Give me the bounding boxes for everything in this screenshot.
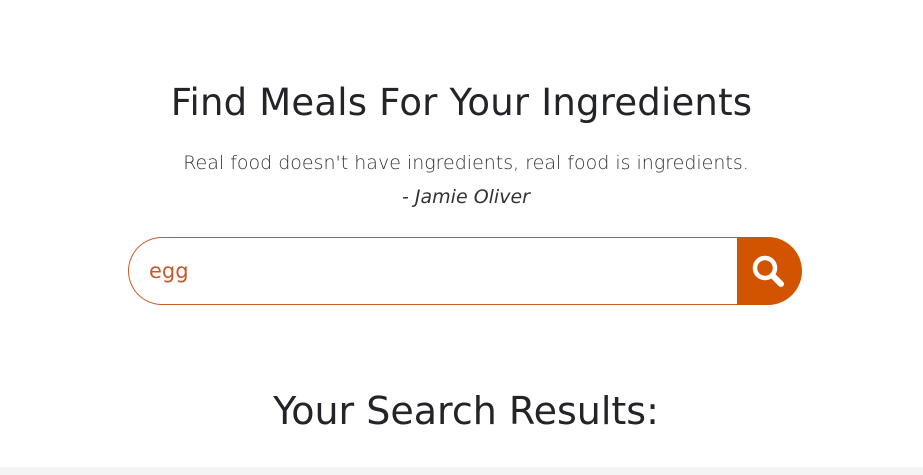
- search-input[interactable]: [128, 237, 737, 305]
- search-button[interactable]: [737, 237, 802, 305]
- results-title: Your Search Results:: [273, 389, 659, 433]
- search-icon: [751, 254, 785, 288]
- quote-text: Real food doesn't have ingredients, real…: [183, 152, 749, 174]
- search-bar: [128, 237, 802, 305]
- results-container-edge: [0, 467, 923, 475]
- page-title: Find Meals For Your Ingredients: [170, 81, 753, 124]
- quote-author: - Jamie Oliver: [402, 186, 530, 208]
